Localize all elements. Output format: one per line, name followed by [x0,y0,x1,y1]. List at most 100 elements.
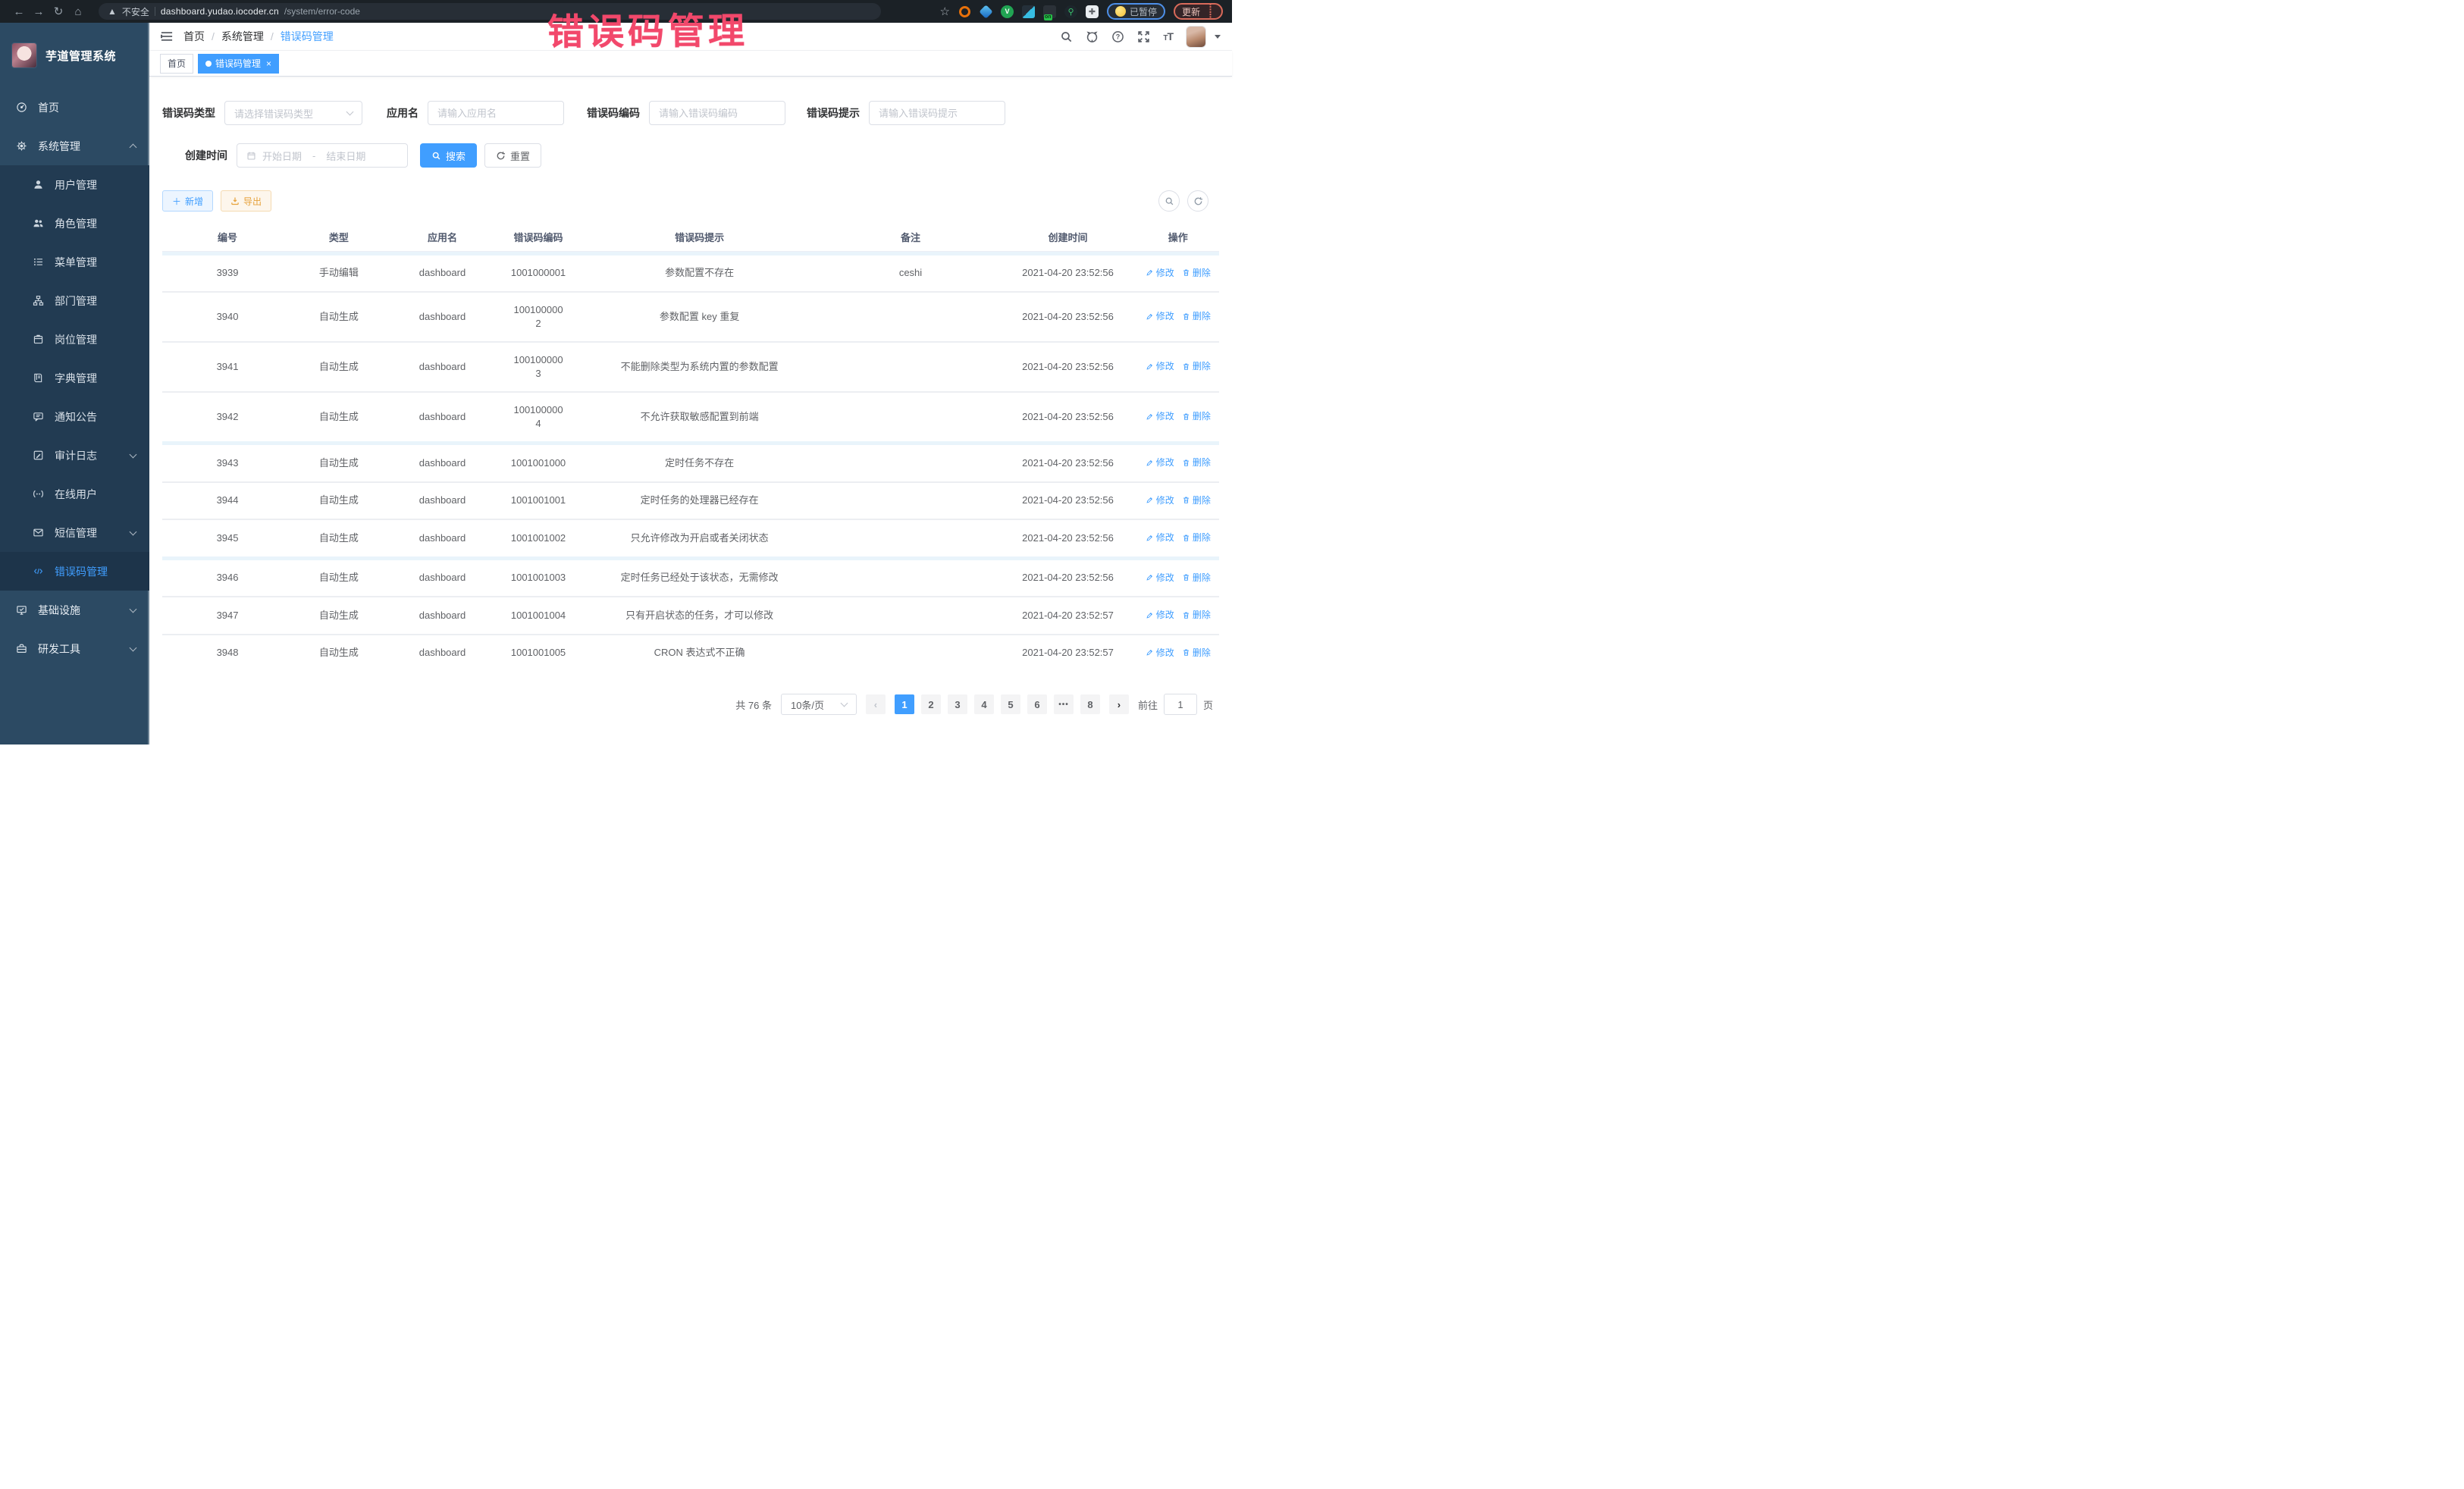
edit-link[interactable]: 修改 [1146,494,1174,507]
delete-link[interactable]: 删除 [1182,494,1211,507]
delete-link[interactable]: 删除 [1182,571,1211,585]
cell-type: 自动生成 [293,635,384,672]
not-secure-label: 不安全 [122,5,149,18]
sidebar-item-3[interactable]: 角色管理 [0,204,149,243]
fullscreen-icon[interactable] [1137,30,1150,43]
page-button-2[interactable]: 2 [921,694,941,714]
extension-switch-icon[interactable]: on [1043,5,1056,18]
reset-button[interactable]: 重置 [484,143,541,168]
sidebar-item-7[interactable]: 字典管理 [0,359,149,397]
error-tip-input[interactable] [869,101,1005,125]
edit-link[interactable]: 修改 [1146,309,1174,323]
cell-id: 3939 [162,255,293,293]
sidebar-item-2[interactable]: 用户管理 [0,165,149,204]
tab-home[interactable]: 首页 [160,54,193,74]
sidebar-item-0[interactable]: 首页 [0,88,149,127]
active-tab-dot [205,61,212,67]
cell-app: dashboard [385,482,500,520]
sidebar-item-10[interactable]: 在线用户 [0,475,149,513]
export-button[interactable]: 导出 [221,190,271,212]
extension-v-icon[interactable]: V [1001,5,1014,18]
chevron-down-icon[interactable] [1215,35,1221,39]
browser-update-button[interactable]: 更新 ⋮⋮ [1174,3,1223,20]
page-button-6[interactable]: 6 [1027,694,1047,714]
page-ellipsis[interactable]: ••• [1054,694,1074,714]
browser-menu-icon[interactable]: ⋮⋮ [1206,4,1215,19]
font-size-icon[interactable]: TT [1163,30,1173,42]
extensions-puzzle-icon[interactable]: ✚ [1086,5,1099,18]
delete-link[interactable]: 删除 [1182,309,1211,323]
error-code-table: 编号 类型 应用名 错误码编码 错误码提示 备注 创建时间 操作 3939手动编… [162,223,1219,671]
delete-link[interactable]: 删除 [1182,531,1211,544]
sidebar-item-6[interactable]: 岗位管理 [0,320,149,359]
breadcrumb-section[interactable]: 系统管理 [221,29,264,44]
page-size-select[interactable]: 10条/页 [781,694,857,715]
edit-link[interactable]: 修改 [1146,409,1174,423]
github-icon[interactable] [1086,30,1099,43]
close-icon[interactable]: × [266,58,271,69]
sidebar-item-label: 通知公告 [55,409,97,425]
tab-error-code[interactable]: 错误码管理 × [198,54,279,74]
browser-forward-button[interactable]: → [29,2,49,20]
profile-paused-chip[interactable]: 已暂停 [1107,3,1165,20]
page-button-5[interactable]: 5 [1001,694,1020,714]
sidebar-item-1[interactable]: 系统管理 [0,127,149,165]
page-button-4[interactable]: 4 [974,694,994,714]
edit-link[interactable]: 修改 [1146,359,1174,373]
delete-link[interactable]: 删除 [1182,646,1211,660]
browser-reload-button[interactable]: ↻ [49,2,68,20]
edit-link[interactable]: 修改 [1146,266,1174,280]
sidebar-item-label: 菜单管理 [55,255,97,270]
hamburger-icon[interactable] [161,30,173,42]
page-button-8[interactable]: 8 [1080,694,1100,714]
cell-tip: 定时任务已经处于该状态，无需修改 [577,560,823,597]
page-button-3[interactable]: 3 [948,694,967,714]
extension-ring-icon[interactable] [958,5,971,18]
sidebar-item-12[interactable]: 错误码管理 [0,552,149,591]
user-avatar[interactable] [1186,26,1206,48]
toggle-search-button[interactable] [1158,190,1180,212]
address-bar[interactable]: ▲ 不安全 dashboard.yudao.iocoder.cn /system… [99,3,881,20]
edit-link[interactable]: 修改 [1146,571,1174,585]
edit-link[interactable]: 修改 [1146,608,1174,622]
error-type-select[interactable]: 请选择错误码类型 [224,101,362,125]
extension-key-icon[interactable]: ⚲ [1064,5,1077,18]
cell-time: 2021-04-20 23:52:56 [998,255,1136,293]
prev-page-button[interactable]: ‹ [866,694,886,714]
next-page-button[interactable]: › [1109,694,1129,714]
delete-link[interactable]: 删除 [1182,266,1211,280]
app-name-input[interactable] [428,101,564,125]
goto-page-input[interactable] [1164,694,1197,715]
delete-link[interactable]: 删除 [1182,409,1211,423]
error-code-input[interactable] [649,101,785,125]
sidebar-item-9[interactable]: 审计日志 [0,436,149,475]
sidebar-item-4[interactable]: 菜单管理 [0,243,149,281]
sidebar-item-8[interactable]: 通知公告 [0,397,149,436]
search-button[interactable]: 搜索 [420,143,477,168]
sidebar-item-14[interactable]: 研发工具 [0,629,149,668]
bookmark-star-icon[interactable]: ☆ [940,5,950,18]
browser-back-button[interactable]: ← [9,2,29,20]
delete-link[interactable]: 删除 [1182,608,1211,622]
browser-home-button[interactable]: ⌂ [68,2,88,20]
add-button[interactable]: ＋ 新增 [162,190,213,212]
sidebar-logo[interactable]: 芋道管理系统 [0,23,149,88]
sidebar-item-5[interactable]: 部门管理 [0,281,149,320]
sidebar-item-11[interactable]: 短信管理 [0,513,149,552]
edit-link[interactable]: 修改 [1146,456,1174,469]
table-row: 3947自动生成dashboard1001001004只有开启状态的任务，才可以… [162,597,1219,635]
breadcrumb-home[interactable]: 首页 [183,29,205,44]
refresh-table-button[interactable] [1187,190,1208,212]
delete-link[interactable]: 删除 [1182,359,1211,373]
edit-link[interactable]: 修改 [1146,646,1174,660]
add-button-label: 新增 [185,195,203,208]
edit-link[interactable]: 修改 [1146,531,1174,544]
page-button-1[interactable]: 1 [895,694,914,714]
help-icon[interactable]: ? [1111,30,1124,43]
extension-gem-icon[interactable] [980,5,992,18]
search-icon[interactable] [1060,30,1073,43]
delete-link[interactable]: 删除 [1182,456,1211,469]
extension-grid-icon[interactable] [1022,5,1035,18]
date-range-picker[interactable]: 开始日期 - 结束日期 [237,143,408,168]
sidebar-item-13[interactable]: 基础设施 [0,591,149,629]
